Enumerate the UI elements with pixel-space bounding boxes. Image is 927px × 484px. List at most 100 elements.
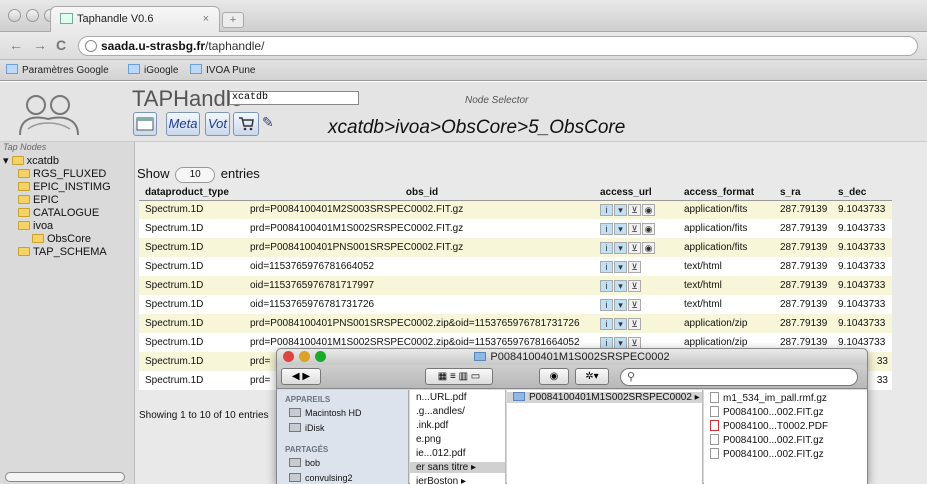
file-item[interactable]: ie...012.pdf [416,448,465,459]
table-info: Showing 1 to 10 of 10 entries [139,410,269,421]
file-item[interactable]: n...URL.pdf [416,392,467,403]
cart-icon[interactable]: ⊻ [628,318,641,330]
table-row[interactable]: Spectrum.1D oid=1153765976781664052 i ▾ ⊻ t… [139,257,892,276]
view-mode-buttons[interactable]: ▦ ≡ ▥ ▭ [425,368,493,385]
window-toggle-button[interactable] [133,112,157,136]
sidebar-scrollbar[interactable] [5,472,125,482]
table-row[interactable]: Spectrum.1D prd=P0084100401M1S002SRSPEC00… [139,219,892,238]
reload-icon[interactable]: C [56,37,66,53]
filter-icon[interactable]: ▾ [614,223,627,235]
bookmark-igoogle[interactable]: iGoogle [128,64,178,76]
filter-icon[interactable]: ▾ [614,299,627,311]
cart-icon[interactable]: ⊻ [628,280,641,292]
minimize-window-icon[interactable] [26,9,39,22]
table-row[interactable]: Spectrum.1D oid=1153765976781731726 i ▾ ⊻ t… [139,295,892,314]
file-item[interactable]: m1_534_im_pall.rmf.gz [710,392,827,404]
bookmark-ivoa-pune[interactable]: IVOA Pune [190,64,255,76]
table-row[interactable]: Spectrum.1D prd=P0084100401PNS001SRSPEC00… [139,238,892,257]
info-icon[interactable]: i [600,299,613,311]
file-item[interactable]: .g...andles/ [416,406,465,417]
sidebar-item-macintosh-hd[interactable]: Macintosh HD [289,408,362,418]
finder-column-3: m1_534_im_pall.rmf.gz P0084100...002.FIT… [704,390,867,484]
file-item[interactable]: P0084100...002.FIT.gz [710,448,824,460]
finder-title: P0084100401M1S002SRSPEC0002 [490,351,670,363]
tree-node-epic-instimg[interactable]: EPIC_INSTIMG [18,181,111,194]
cart-icon[interactable]: ⊻ [628,223,641,235]
tree-node-obscore[interactable]: ObsCore [32,233,91,246]
meta-button[interactable]: Meta [166,112,200,136]
magnifier-icon: ⚲ [627,371,636,383]
browser-tab[interactable]: Taphandle V0.6 × [50,6,220,32]
cart-icon[interactable]: ⊻ [628,299,641,311]
tree-node-catalogue[interactable]: CATALOGUE [18,207,99,220]
column-header[interactable]: access_format [678,185,774,201]
file-item[interactable]: P0084100...002.FIT.gz [710,406,824,418]
info-icon[interactable]: i [600,223,613,235]
entries-select[interactable]: 10 [175,167,216,183]
column-header[interactable]: s_ra [774,185,832,201]
database-select[interactable]: xcatdb [229,91,359,105]
folder-item[interactable]: er sans titre ▸ [410,462,505,473]
column-header[interactable]: obs_id [244,185,594,201]
close-window-icon[interactable] [8,9,21,22]
tree-node-rgs-fluxed[interactable]: RGS_FLUXED [18,168,106,181]
table-row[interactable]: Spectrum.1D prd=P0084100401M2S003SRSPEC00… [139,200,892,219]
sidebar-item-idisk[interactable]: iDisk [289,423,325,433]
pencil-icon[interactable]: ✎ [262,114,274,131]
action-gear-button[interactable]: ✲▾ [575,368,609,385]
computer-icon [289,473,301,482]
filter-icon[interactable]: ▾ [614,318,627,330]
column-header[interactable]: dataproduct_type [139,185,244,201]
back-arrow-icon[interactable]: ← [9,37,23,53]
folder-icon [32,234,44,243]
info-icon[interactable]: i [600,261,613,273]
tree-node-tap-schema[interactable]: TAP_SCHEMA [18,246,107,259]
column-header[interactable]: s_dec [832,185,892,201]
table-row[interactable]: Spectrum.1D oid=1153765976781717997 i ▾ ⊻ t… [139,276,892,295]
expand-icon[interactable]: ▾ [3,155,12,167]
view-icon[interactable]: ◉ [642,242,655,254]
vot-button[interactable]: Vot [205,112,230,136]
tab-close-icon[interactable]: × [203,7,209,31]
tree-node-ivoa[interactable]: ivoa [18,220,53,233]
file-item[interactable]: P0084100...T0002.PDF [710,420,828,432]
sidebar-item-convulsing2[interactable]: convulsing2 [289,473,353,483]
tree-node-xcatdb[interactable]: ▾ xcatdb [3,155,59,168]
address-bar[interactable]: saada.u-strasbg.fr/taphandle/ [78,36,918,56]
info-icon[interactable]: i [600,242,613,254]
filter-icon[interactable]: ▾ [614,261,627,273]
table-row[interactable]: Spectrum.1D prd=P0084100401PNS001SRSPEC00… [139,314,892,333]
back-forward-buttons[interactable]: ◀ ▶ [281,368,321,385]
tree-node-epic[interactable]: EPIC [18,194,59,207]
folder-item[interactable]: ierBoston ▸ [416,476,466,484]
folder-icon [18,195,30,204]
finder-close-icon[interactable] [283,351,294,362]
forward-arrow-icon[interactable]: → [33,37,47,53]
file-item[interactable]: e.png [416,434,441,445]
info-icon[interactable]: i [600,318,613,330]
file-item[interactable]: P0084100...002.FIT.gz [710,434,824,446]
file-icon [710,434,719,445]
cart-icon[interactable]: ⊻ [628,204,641,217]
info-icon[interactable]: i [600,204,613,217]
folder-item[interactable]: P0084100401M1S002SRSPEC0002 ▸ [507,392,702,403]
cart-icon[interactable]: ⊻ [628,261,641,273]
column-header[interactable]: access_url [594,185,678,201]
filter-icon[interactable]: ▾ [614,280,627,292]
bookmark-parametres[interactable]: Paramètres Google [6,64,109,76]
view-icon[interactable]: ◉ [642,223,655,235]
quicklook-button[interactable]: ◉ [539,368,569,385]
sidebar-item-bob[interactable]: bob [289,458,320,468]
view-icon[interactable]: ◉ [642,204,655,217]
finder-zoom-icon[interactable] [315,351,326,362]
finder-minimize-icon[interactable] [299,351,310,362]
finder-search-input[interactable]: ⚲ [620,368,858,386]
filter-icon[interactable]: ▾ [614,204,627,217]
cart-icon[interactable]: ⊻ [628,242,641,254]
filter-icon[interactable]: ▾ [614,242,627,254]
file-item[interactable]: .ink.pdf [416,420,448,431]
idisk-icon [289,423,301,432]
info-icon[interactable]: i [600,280,613,292]
new-tab-button[interactable]: + [222,12,244,28]
cart-button[interactable] [233,112,259,136]
